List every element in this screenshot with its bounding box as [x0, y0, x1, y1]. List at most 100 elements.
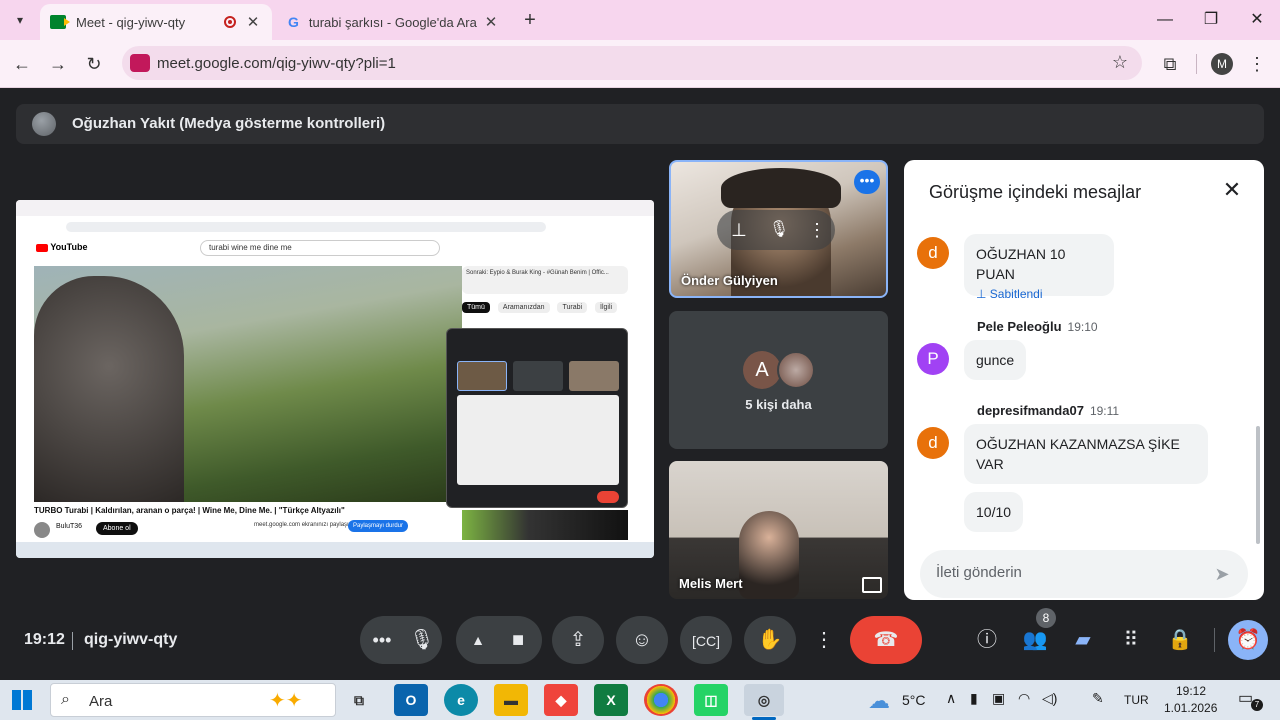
audio-options-icon[interactable]: ••• [366, 624, 398, 656]
tab-meet-title: Meet - qig-yiwv-qty [76, 14, 186, 30]
pin-icon[interactable]: ⊥ [727, 218, 751, 242]
presenter-avatar [32, 112, 56, 136]
forward-icon[interactable]: → [44, 50, 72, 78]
present-screen-icon: ⇪ [569, 629, 587, 651]
tile-options-icon[interactable]: ••• [854, 170, 880, 194]
pen-icon[interactable]: ✎ [1092, 690, 1104, 707]
chat-close-icon[interactable]: ✕ [1220, 178, 1244, 202]
taskbar-date[interactable]: 1.01.2026 [1164, 701, 1217, 715]
taskbar-search-box[interactable]: ⌕ Ara ✦✦ [50, 683, 336, 717]
taskbar-time[interactable]: 19:12 [1176, 684, 1206, 698]
raise-hand-button[interactable]: ✋ [744, 616, 796, 664]
more-options-button[interactable]: ⋮ [808, 616, 840, 664]
shared-tab-strip [16, 200, 654, 216]
shared-sharing-notice: meet.google.com ekranınızı paylaşıyor. [254, 522, 359, 528]
leave-call-button[interactable]: ☎ [850, 616, 922, 664]
hang-up-icon: ☎ [873, 629, 899, 651]
shared-taskbar [16, 542, 654, 558]
tab-search-button[interactable]: ▾ [8, 8, 32, 32]
tray-chevron-icon[interactable]: ∧ [946, 690, 956, 707]
tile-more-icon[interactable]: ⋮ [807, 218, 827, 242]
tab-google-title: turabi şarkısı - Google'da Ara [308, 14, 477, 30]
tab-google-close-icon[interactable]: ✕ [482, 13, 500, 31]
edge-icon[interactable]: e [444, 684, 478, 716]
meeting-info-icon[interactable]: ⓘ [971, 624, 1003, 656]
chat-icon[interactable]: ▰ [1067, 624, 1099, 656]
people-icon[interactable]: 👥 [1019, 624, 1051, 656]
chat-title: Görüşme içindeki mesajlar [929, 182, 1142, 202]
start-icon[interactable] [12, 690, 32, 710]
message-bubble: 10/10 [964, 492, 1024, 532]
tab-meet[interactable]: Meet - qig-yiwv-qty ✕ [40, 4, 272, 40]
window-close-icon[interactable]: ✕ [1234, 6, 1280, 34]
profile-avatar[interactable]: M [1211, 53, 1233, 75]
more-vert-icon: ⋮ [814, 629, 834, 651]
google-favicon-icon: G [288, 14, 299, 30]
volume-icon[interactable]: ◁) [1042, 690, 1057, 707]
copilot-sparkle-icon: ✦✦ [269, 690, 303, 712]
anydesk-icon[interactable]: ◆ [544, 684, 578, 716]
reload-icon[interactable]: ↻ [80, 50, 108, 78]
chat-input-box[interactable]: ➤ [920, 550, 1248, 598]
shared-address-bar [66, 222, 546, 232]
participant-tile-melis[interactable]: Melis Mert [669, 461, 888, 599]
message-bubble: OĞUZHAN 10 PUAN ⊥ Sabitlendi [964, 234, 1114, 301]
minimize-icon[interactable]: — [1142, 6, 1188, 34]
host-controls-icon[interactable]: 🔒 [1164, 624, 1196, 656]
mic-icon[interactable]: 🎙 [767, 218, 791, 242]
address-bar-url: meet.google.com/qig-yiwv-qty?pli=1 [157, 55, 396, 72]
chat-scrollbar[interactable] [1256, 426, 1260, 544]
bookmark-star-icon[interactable]: ☆ [1112, 52, 1128, 73]
search-icon: ⌕ [61, 691, 70, 708]
app-green-icon[interactable]: ◫ [694, 684, 728, 716]
extensions-icon[interactable]: ⧉ [1156, 50, 1184, 78]
meet-favicon-icon [50, 15, 70, 29]
shared-channel-name: BuluT36 [56, 523, 83, 530]
tray-mic-icon[interactable]: ▮ [970, 690, 978, 707]
camera-icon[interactable]: ■ [502, 624, 534, 656]
toolbar-divider [1196, 54, 1197, 74]
meeting-code: qig-yiwv-qty [84, 631, 178, 648]
recording-indicator-icon [224, 16, 236, 28]
windows-taskbar: ⌕ Ara ✦✦ ⧉ O e ▬ ◆ X ◫ ◎ ☁ 5°C ∧ ▮ ▣ ◠ ◁… [0, 680, 1280, 720]
message-avatar: d [917, 237, 949, 269]
participant-tile-onder[interactable]: ⊥ 🎙 ⋮ ••• Önder Gülyiyen [669, 160, 888, 298]
participant-tile-more[interactable]: A 5 kişi daha [669, 311, 888, 449]
pinned-badge: ⊥ Sabitlendi [976, 287, 1043, 301]
reactions-button[interactable]: ☺ [616, 616, 668, 664]
address-bar[interactable]: meet.google.com/qig-yiwv-qty?pli=1 ☆ [122, 46, 1142, 80]
participant-more-label: 5 kişi daha [745, 397, 812, 412]
message-sender: depresifmanda07 19:11 [977, 403, 1120, 418]
picture-in-picture-icon[interactable] [862, 577, 882, 593]
microphone-icon[interactable]: 🎙 [406, 624, 438, 656]
wifi-icon[interactable]: ◠ [1018, 690, 1030, 707]
shared-video-title: TURBO Turabi | Kaldırılan, aranan o parç… [34, 506, 345, 515]
tab-google-search[interactable]: G turabi şarkısı - Google'da Ara ✕ [278, 4, 510, 40]
chrome-profile-icon[interactable]: ◎ [744, 684, 784, 716]
tray-camera-icon[interactable]: ▣ [992, 690, 1005, 707]
send-icon[interactable]: ➤ [1210, 562, 1234, 586]
weather-temp[interactable]: 5°C [902, 692, 926, 708]
timer-icon[interactable]: ⏰ [1228, 620, 1268, 660]
outlook-icon[interactable]: O [394, 684, 428, 716]
site-camera-icon[interactable] [130, 54, 150, 72]
restore-icon[interactable]: ❐ [1188, 6, 1234, 34]
browser-tab-strip: ▾ Meet - qig-yiwv-qty ✕ G turabi şarkısı… [0, 0, 1280, 40]
present-button[interactable]: ⇪ [552, 616, 604, 664]
task-view-icon[interactable]: ⧉ [342, 684, 376, 716]
back-icon[interactable]: ← [8, 50, 36, 78]
new-tab-icon[interactable]: + [518, 8, 542, 32]
tab-meet-close-icon[interactable]: ✕ [244, 13, 262, 31]
language-indicator[interactable]: TUR [1124, 693, 1149, 707]
camera-options-icon[interactable]: ▲ [462, 624, 494, 656]
chat-message-input[interactable] [936, 564, 1196, 581]
excel-icon[interactable]: X [594, 684, 628, 716]
file-explorer-icon[interactable]: ▬ [494, 684, 528, 716]
chrome-icon[interactable] [644, 684, 678, 716]
captions-button[interactable]: [CC] [680, 616, 732, 664]
weather-icon[interactable]: ☁ [868, 688, 890, 714]
message-bubble: OĞUZHAN KAZANMAZSA ŞİKE VAR [964, 424, 1208, 484]
message-bubble: gunce [964, 340, 1027, 380]
activities-icon[interactable]: ⠿ [1115, 624, 1147, 656]
browser-menu-icon[interactable]: ⋮ [1243, 50, 1271, 78]
